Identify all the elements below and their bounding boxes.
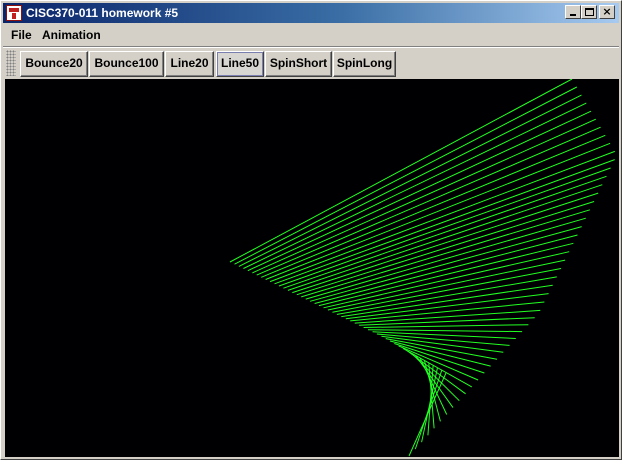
bounce100-button[interactable]: Bounce100 (89, 51, 164, 77)
animated-line-segment (336, 276, 557, 315)
minimize-button[interactable] (565, 5, 581, 19)
animated-line-segment (314, 234, 578, 304)
animated-line-segment (247, 110, 592, 272)
animated-line-segment (376, 333, 510, 346)
toolbar: Bounce20 Bounce100 Line20 Line50 SpinSho… (3, 48, 619, 78)
animated-line-segment (398, 345, 479, 381)
menu-file[interactable]: File (11, 28, 32, 42)
app-window: CISC370-011 homework #5 × File Animation… (0, 0, 622, 460)
animated-line-segment (261, 134, 606, 278)
spinlong-button[interactable]: SpinLong (333, 51, 396, 77)
maximize-button[interactable] (581, 5, 597, 19)
line-animation-drawing (229, 79, 615, 457)
line50-button[interactable]: Line50 (216, 51, 264, 77)
title-bar[interactable]: CISC370-011 homework #5 × (3, 3, 619, 23)
animated-line-segment (274, 159, 615, 285)
animated-line-segment (327, 259, 566, 311)
animated-line-segment (381, 335, 504, 353)
animated-line-segment (234, 86, 578, 265)
close-button[interactable]: × (599, 5, 615, 19)
bounce20-button[interactable]: Bounce20 (20, 51, 88, 77)
animated-line-segment (359, 317, 535, 326)
animated-line-segment (283, 175, 607, 289)
animated-line-segment (367, 329, 523, 333)
animated-line-segment (402, 347, 473, 388)
animated-line-segment (269, 150, 615, 283)
close-icon: × (602, 5, 612, 18)
window-title: CISC370-011 homework #5 (26, 6, 179, 20)
toolbar-grip-handle[interactable] (6, 50, 16, 76)
animated-line-segment (363, 324, 529, 328)
menu-animation[interactable]: Animation (42, 28, 101, 42)
animated-line-segment (389, 340, 491, 367)
maximize-icon (585, 8, 594, 16)
line20-button[interactable]: Line20 (165, 51, 214, 77)
animated-line-segment (243, 102, 587, 269)
animated-line-segment (265, 142, 611, 280)
menu-bar: File Animation (3, 25, 619, 45)
animated-line-segment (345, 293, 549, 320)
animated-line-segment (408, 372, 447, 457)
java-cup-icon (6, 5, 22, 21)
minimize-icon (570, 14, 576, 16)
animation-canvas[interactable] (5, 79, 619, 457)
animated-line-segment (323, 251, 570, 309)
spinshort-button[interactable]: SpinShort (265, 51, 332, 77)
